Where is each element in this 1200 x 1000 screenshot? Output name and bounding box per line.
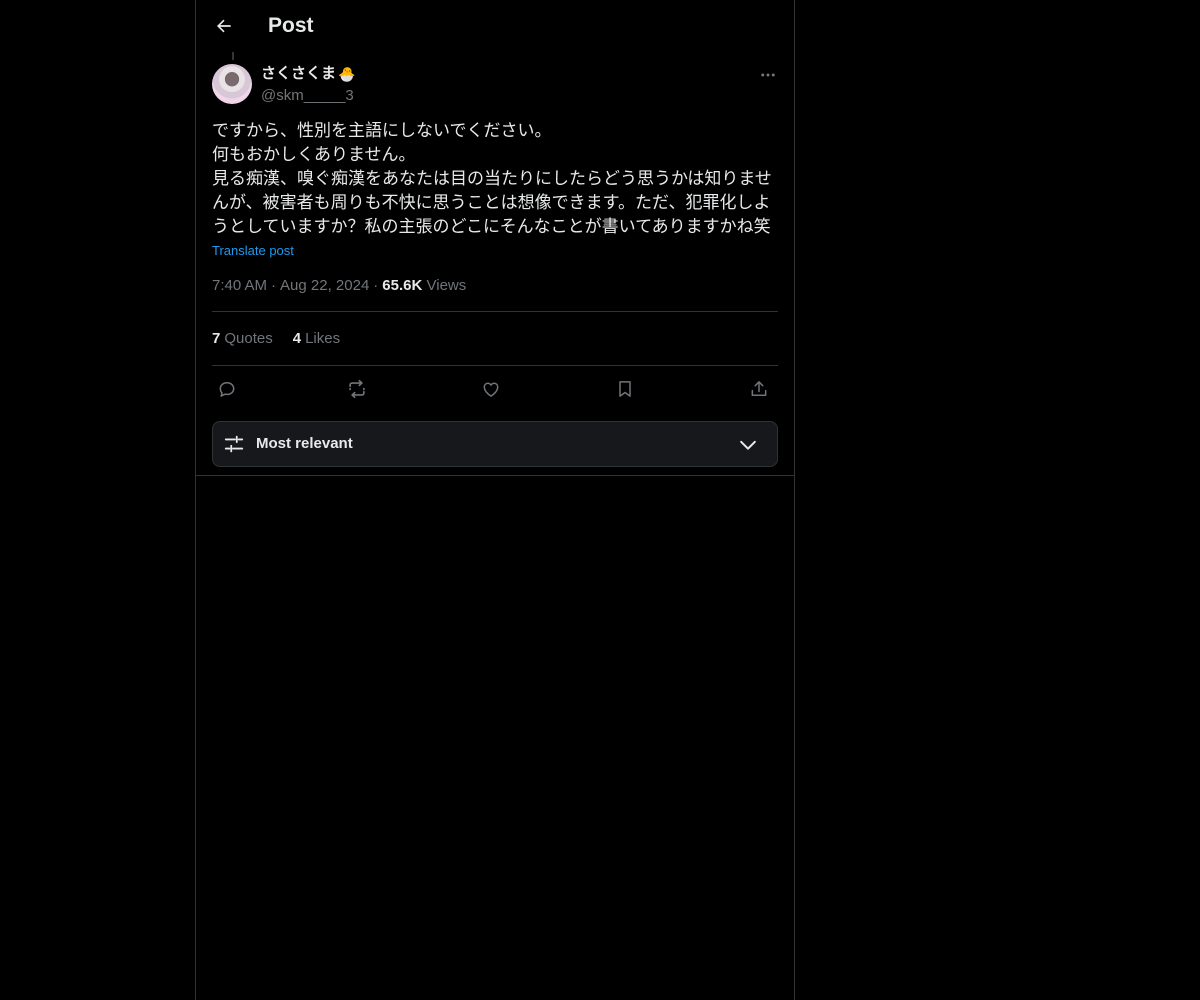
share-button[interactable] (746, 376, 772, 402)
quotes-count: 7 (212, 330, 221, 347)
quotes-label: Quotes (224, 330, 273, 347)
sliders-icon (224, 435, 244, 453)
display-name-text: さくさくま (261, 65, 337, 82)
arrow-left-icon (217, 19, 231, 33)
likes-count: 4 (292, 330, 302, 347)
translate-post-link[interactable]: Translate post (212, 242, 294, 260)
author-handle[interactable]: @skm_____3 (261, 86, 354, 106)
repost-icon (349, 379, 365, 399)
like-button[interactable] (478, 376, 504, 402)
meta-separator: · (373, 277, 379, 294)
reply-button[interactable] (214, 376, 240, 402)
thread-connector-line (232, 52, 234, 60)
back-button[interactable] (206, 8, 242, 44)
divider (212, 311, 778, 312)
section-divider (196, 475, 794, 476)
views-count: 65.6K (382, 277, 423, 294)
post-text: ですから、性別を主語にしないでください。 何もおかしくありません。 見る痴漢、嗅… (212, 121, 772, 237)
engagement-stats: 7 Quotes 4 Likes (212, 329, 360, 349)
avatar[interactable] (212, 64, 252, 104)
quotes-stat[interactable]: 7 Quotes (212, 329, 273, 349)
chick-emoji: 🐣 (338, 66, 356, 82)
divider (212, 365, 778, 366)
more-options-button[interactable] (756, 64, 780, 86)
more-horizontal-icon (761, 73, 775, 77)
meta-separator: · (271, 277, 277, 294)
sort-label: Most relevant (256, 435, 353, 452)
post-date[interactable]: Aug 22, 2024 (280, 277, 369, 294)
reply-icon (219, 382, 235, 397)
page-title: Post (268, 14, 314, 37)
repost-button[interactable] (344, 376, 370, 402)
main-column: Post さくさくま 🐣 @skm_____3 ですから、性別を主語にしないでくだ… (195, 0, 795, 1000)
author-display-name[interactable]: さくさくま 🐣 (261, 64, 355, 84)
likes-label: Likes (305, 330, 341, 347)
bookmark-icon (619, 381, 631, 397)
heart-icon (483, 382, 499, 397)
page-header: Post (196, 0, 794, 53)
post-meta: 7:40 AM · Aug 22, 2024 · 65.6K Views (212, 276, 466, 296)
likes-stat[interactable]: 4 Likes (293, 329, 340, 349)
bookmark-button[interactable] (612, 376, 638, 402)
reply-sort-dropdown[interactable]: Most relevant (212, 421, 778, 467)
post-action-bar (212, 374, 778, 404)
chevron-down-icon (740, 440, 756, 450)
post-time[interactable]: 7:40 AM (212, 277, 267, 294)
views-label: Views (426, 277, 467, 294)
share-icon (751, 381, 767, 396)
